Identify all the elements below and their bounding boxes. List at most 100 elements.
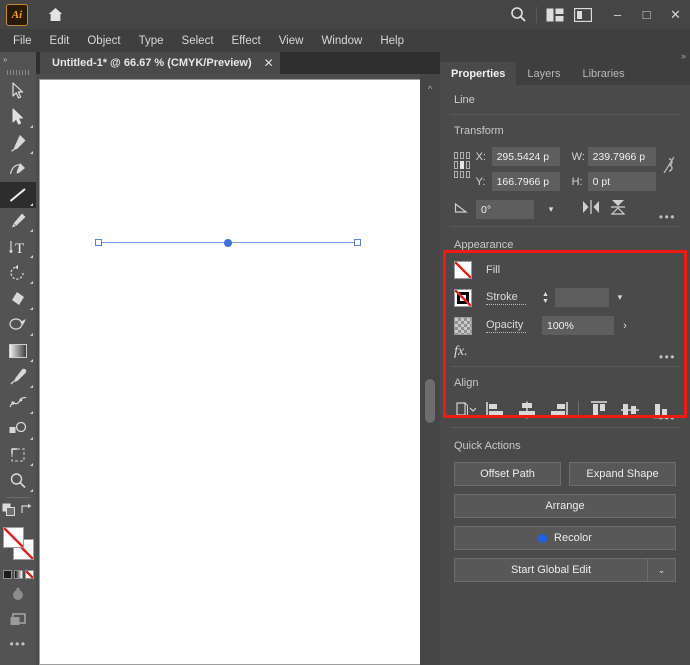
color-swatch-icon[interactable]: [2, 569, 12, 579]
ref-point[interactable]: [459, 152, 464, 160]
panel-collapse-icon[interactable]: »: [681, 51, 686, 61]
ref-point[interactable]: [465, 161, 470, 169]
artboard[interactable]: [39, 79, 420, 665]
start-global-edit-button[interactable]: Start Global Edit: [454, 558, 648, 582]
arrange-documents-icon[interactable]: [541, 1, 569, 29]
y-input[interactable]: 166.7966 p: [491, 172, 560, 191]
appearance-more-icon[interactable]: •••: [659, 350, 676, 364]
selection-tool[interactable]: [0, 78, 36, 104]
anchor-point-right[interactable]: [354, 239, 361, 246]
anchor-point-left[interactable]: [95, 239, 102, 246]
shape-builder-tool[interactable]: [0, 286, 36, 312]
scroll-up-icon[interactable]: ^: [420, 82, 440, 96]
ref-point[interactable]: [465, 152, 470, 160]
gradient-tool[interactable]: [0, 338, 36, 364]
change-screen-mode-icon[interactable]: [0, 581, 36, 607]
document-tab-close-icon[interactable]: ✕: [264, 56, 274, 70]
width-tool[interactable]: [0, 312, 36, 338]
toolbar-collapse-icon[interactable]: »: [0, 52, 36, 66]
canvas-area[interactable]: [36, 74, 420, 665]
swap-fill-stroke-icon[interactable]: [20, 503, 34, 522]
global-edit-dropdown-icon[interactable]: ⌄: [648, 558, 676, 582]
none-swatch-icon[interactable]: [24, 569, 34, 579]
gradient-swatch-icon[interactable]: [13, 569, 23, 579]
align-right-icon[interactable]: [547, 399, 569, 421]
ref-point[interactable]: [454, 161, 458, 169]
transform-more-icon[interactable]: •••: [659, 210, 676, 224]
ref-point[interactable]: [465, 170, 470, 178]
stroke-dropdown-icon[interactable]: ▾: [609, 288, 631, 307]
fill-swatch[interactable]: [3, 527, 24, 548]
pen-tool[interactable]: [0, 130, 36, 156]
offset-path-button[interactable]: Offset Path: [454, 462, 561, 486]
search-icon[interactable]: [504, 1, 532, 29]
stroke-color-swatch[interactable]: [454, 288, 472, 307]
arrange-button[interactable]: Arrange: [454, 494, 676, 518]
menu-effect[interactable]: Effect: [223, 32, 270, 50]
tab-properties[interactable]: Properties: [440, 62, 517, 85]
stroke-weight-stepper[interactable]: ▲ ▼: [542, 291, 549, 305]
toolbar-more-icon[interactable]: •••: [0, 633, 36, 655]
artboard-tool[interactable]: [0, 442, 36, 468]
menu-window[interactable]: Window: [312, 32, 371, 50]
reference-point-selector[interactable]: [454, 152, 470, 178]
ref-point-center[interactable]: [459, 161, 464, 169]
opacity-label[interactable]: Opacity: [486, 319, 526, 333]
align-center-v-icon[interactable]: [619, 399, 641, 421]
recolor-button[interactable]: Recolor: [454, 526, 676, 550]
ref-point[interactable]: [454, 170, 458, 178]
eyedropper-tool[interactable]: [0, 364, 36, 390]
line-object[interactable]: [95, 238, 361, 247]
menu-edit[interactable]: Edit: [41, 32, 79, 50]
angle-input[interactable]: 0°: [476, 200, 534, 219]
fill-stroke-swatches[interactable]: [0, 527, 36, 567]
ref-point[interactable]: [459, 170, 464, 178]
opacity-swatch[interactable]: [454, 316, 472, 335]
expand-shape-button[interactable]: Expand Shape: [569, 462, 676, 486]
fill-color-swatch[interactable]: [454, 261, 472, 279]
menu-type[interactable]: Type: [130, 32, 173, 50]
rotate-tool[interactable]: [0, 260, 36, 286]
menu-help[interactable]: Help: [371, 32, 413, 50]
maximize-button[interactable]: □: [632, 0, 661, 29]
direct-selection-tool[interactable]: [0, 104, 36, 130]
center-point[interactable]: [224, 238, 232, 247]
symbol-sprayer-tool[interactable]: [0, 416, 36, 442]
opacity-input[interactable]: 100%: [542, 316, 614, 335]
h-input[interactable]: 0 pt: [587, 172, 656, 191]
menu-select[interactable]: Select: [173, 32, 223, 50]
stroke-label[interactable]: Stroke: [486, 291, 526, 305]
align-more-icon[interactable]: •••: [659, 411, 676, 425]
angle-dropdown-icon[interactable]: ▾: [540, 200, 562, 219]
type-tool[interactable]: T: [0, 234, 36, 260]
x-input[interactable]: 295.5424 p: [491, 147, 560, 166]
align-top-icon[interactable]: [588, 399, 610, 421]
fx-button[interactable]: fx.: [454, 344, 676, 360]
curvature-tool[interactable]: [0, 156, 36, 182]
line-segment-tool[interactable]: [0, 182, 36, 208]
ref-point[interactable]: [454, 152, 458, 160]
flip-horizontal-icon[interactable]: [582, 199, 600, 220]
default-fill-stroke-icon[interactable]: [2, 503, 16, 522]
minimize-button[interactable]: –: [603, 0, 632, 29]
close-button[interactable]: ✕: [661, 0, 690, 29]
opacity-options-icon[interactable]: ›: [614, 316, 636, 335]
scrollbar-handle[interactable]: [425, 379, 435, 423]
menu-object[interactable]: Object: [78, 32, 129, 50]
tab-libraries[interactable]: Libraries: [571, 62, 635, 85]
align-to-selection-dropdown[interactable]: [454, 399, 476, 421]
screen-mode-icon[interactable]: [0, 607, 36, 633]
menu-view[interactable]: View: [270, 32, 313, 50]
workspace-switcher-icon[interactable]: [569, 1, 597, 29]
blend-tool[interactable]: [0, 390, 36, 416]
paintbrush-tool[interactable]: [0, 208, 36, 234]
flip-vertical-icon[interactable]: [610, 199, 626, 220]
align-center-h-icon[interactable]: [516, 399, 538, 421]
stroke-weight-input[interactable]: [554, 288, 609, 307]
align-left-icon[interactable]: [485, 399, 507, 421]
document-tab[interactable]: Untitled-1* @ 66.67 % (CMYK/Preview) ✕: [40, 52, 280, 74]
home-icon[interactable]: [44, 4, 66, 26]
w-input[interactable]: 239.7966 p: [587, 147, 656, 166]
zoom-tool[interactable]: [0, 468, 36, 494]
tab-layers[interactable]: Layers: [516, 62, 571, 85]
